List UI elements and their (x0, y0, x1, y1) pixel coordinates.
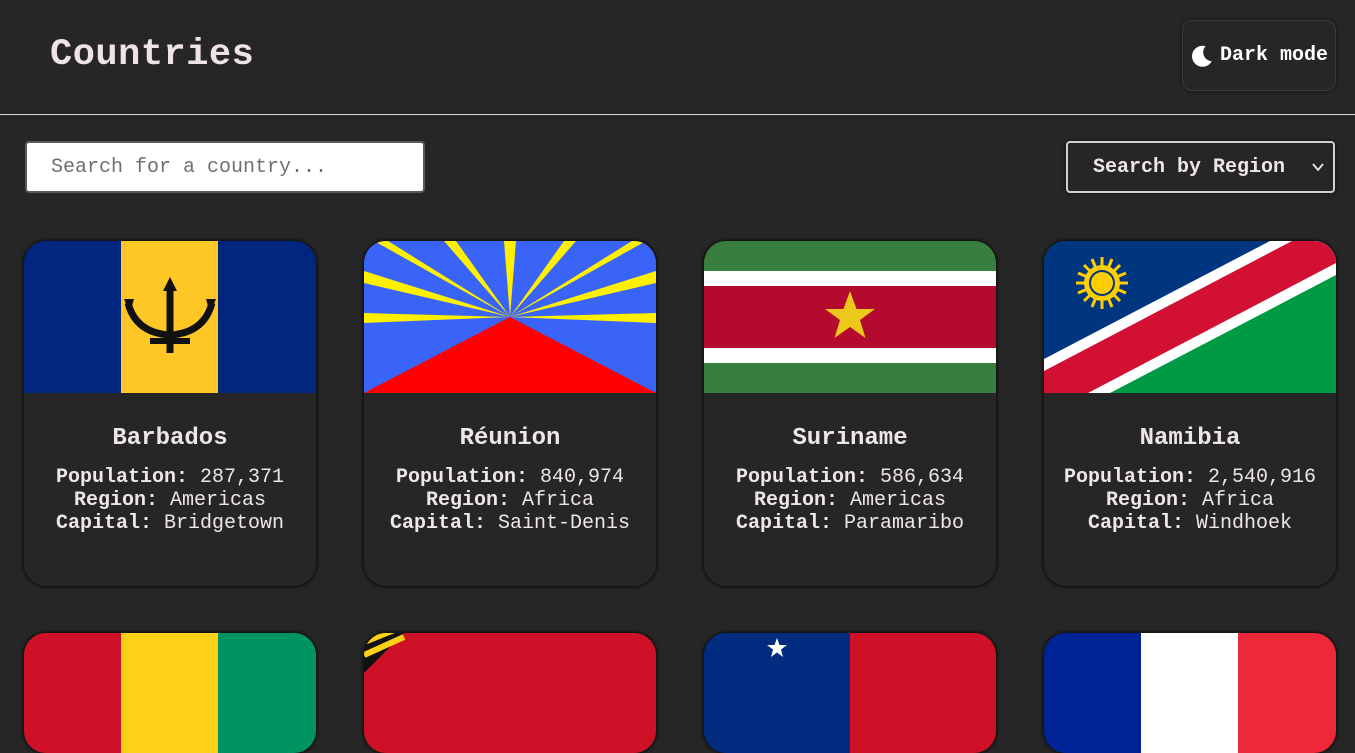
capital-label: Capital: (735, 512, 832, 535)
flag-guinea (24, 633, 316, 753)
region-filter-select[interactable]: Search by Region (1066, 141, 1335, 193)
population-label: Population: (395, 466, 528, 489)
country-card[interactable]: Namibia Population: 2,540,916 Region: Af… (1044, 241, 1336, 586)
country-name: Réunion (459, 425, 561, 452)
country-card[interactable]: Barbados Population: 287,371 Region: Ame… (24, 241, 316, 586)
header-bar: Countries Dark mode (0, 0, 1355, 115)
capital-label: Capital: (55, 512, 152, 535)
region-value: Americas (850, 489, 947, 512)
country-name: Suriname (792, 425, 908, 452)
flag-barbados (24, 241, 316, 393)
flag-namibia (1044, 241, 1336, 393)
flag-partial (364, 633, 656, 753)
dark-mode-label: Dark mode (1219, 44, 1328, 67)
capital-value: Windhoek (1196, 512, 1293, 535)
population-value: 287,371 (200, 466, 285, 489)
capital-value: Paramaribo (844, 512, 965, 535)
country-card[interactable] (1044, 633, 1336, 753)
region-label: Region: (1105, 489, 1190, 512)
population-label: Population: (55, 466, 188, 489)
country-name: Barbados (112, 425, 228, 452)
page-title: Countries (50, 34, 255, 76)
region-label: Region: (425, 489, 510, 512)
region-label: Region: (73, 489, 158, 512)
region-select-value: Search by Region (1093, 155, 1286, 179)
flag-partial (1044, 633, 1336, 753)
flag-reunion (364, 241, 656, 393)
country-search-input[interactable] (25, 141, 425, 193)
moon-icon (1191, 45, 1212, 67)
population-value: 586,634 (880, 466, 965, 489)
capital-value: Saint-Denis (498, 512, 631, 535)
population-label: Population: (1063, 466, 1196, 489)
capital-label: Capital: (1087, 512, 1184, 535)
capital-label: Capital: (389, 512, 486, 535)
region-value: Africa (1202, 489, 1275, 512)
country-card[interactable] (24, 633, 316, 753)
capital-value: Bridgetown (164, 512, 285, 535)
flag-partial (704, 633, 996, 753)
flag-suriname (704, 241, 996, 393)
dark-mode-toggle-button[interactable]: Dark mode (1182, 20, 1336, 91)
country-name: Namibia (1139, 425, 1241, 452)
country-card[interactable] (364, 633, 656, 753)
population-value: 840,974 (540, 466, 625, 489)
country-card[interactable] (704, 633, 996, 753)
region-label: Region: (753, 489, 838, 512)
country-card[interactable]: Réunion Population: 840,974 Region: Afri… (364, 241, 656, 586)
region-value: Africa (522, 489, 595, 512)
country-card[interactable]: Suriname Population: 586,634 Region: Ame… (704, 241, 996, 586)
region-value: Americas (170, 489, 267, 512)
population-label: Population: (735, 466, 868, 489)
population-value: 2,540,916 (1208, 466, 1317, 489)
chevron-down-icon (1312, 163, 1324, 172)
